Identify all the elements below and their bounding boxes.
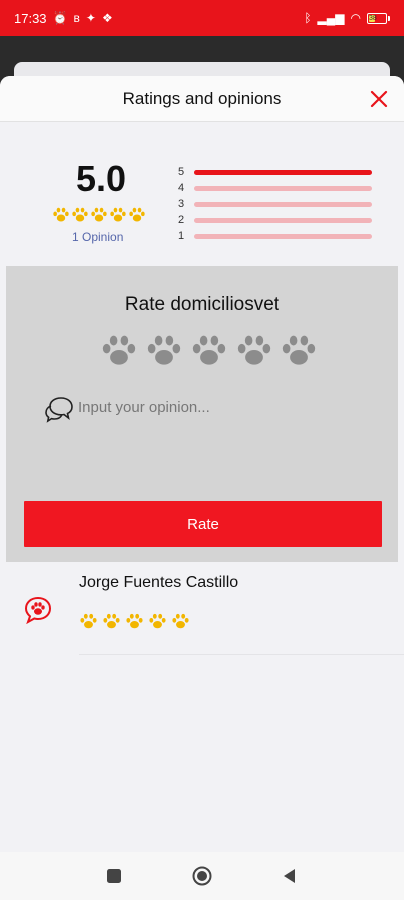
paw-icon <box>110 207 126 222</box>
status-time: 17:33 <box>14 10 47 26</box>
distribution-label: 2 <box>178 214 185 226</box>
battery-icon: 38 <box>367 12 390 24</box>
paw-icon[interactable] <box>280 332 318 370</box>
paw-icon <box>72 207 88 222</box>
chat-bubbles-icon <box>45 397 73 423</box>
distribution-row: 5 <box>178 164 372 180</box>
opinion-input[interactable] <box>78 394 378 420</box>
distribution-label: 4 <box>178 182 185 194</box>
circle-icon[interactable] <box>191 865 213 887</box>
battery-level: 38 <box>369 14 377 22</box>
distribution-bar <box>194 201 372 207</box>
status-bar: 17:33 ⏰ ʙ ✦ ❖ ᛒ ▂▄▆ ◠ 38 <box>0 0 404 36</box>
distribution-bar <box>194 217 372 223</box>
system-nav-bar <box>0 852 404 900</box>
distribution-row: 4 <box>178 180 372 196</box>
paw-icon <box>91 207 107 222</box>
notification-icon: ʙ <box>73 11 80 25</box>
close-icon[interactable] <box>368 88 390 110</box>
rate-form: Rate domiciliosvet Rate <box>6 266 398 562</box>
distribution-bar-fill <box>194 169 372 175</box>
distribution-label: 1 <box>178 230 185 242</box>
triangle-back-icon[interactable] <box>281 867 299 885</box>
app-notification-icon: ✦ <box>85 11 96 25</box>
distribution-bar <box>194 233 372 239</box>
paw-icon <box>129 207 145 222</box>
paw-icon <box>126 613 143 629</box>
distribution-row: 2 <box>178 212 372 228</box>
app-notification-icon: ❖ <box>101 11 113 25</box>
dialog-header: Ratings and opinions <box>0 76 404 122</box>
paw-icon[interactable] <box>190 332 228 370</box>
distribution-bar <box>194 185 372 191</box>
distribution-row: 1 <box>178 228 372 244</box>
rate-title: Rate domiciliosvet <box>124 294 280 315</box>
reviewer-name: Jorge Fuentes Castillo <box>79 574 239 591</box>
paw-icon <box>80 613 97 629</box>
paw-icon[interactable] <box>145 332 183 370</box>
paw-icon <box>53 207 69 222</box>
paw-icon[interactable] <box>100 332 138 370</box>
distribution-label: 3 <box>178 198 185 210</box>
average-score: 5.0 <box>76 158 127 199</box>
rating-distribution: 5 4 3 2 1 <box>178 164 372 244</box>
rate-button[interactable]: Rate <box>24 501 382 547</box>
paw-chat-avatar-icon <box>24 596 52 624</box>
alarm-icon: ⏰ <box>52 11 68 25</box>
paw-icon <box>103 613 120 629</box>
paw-icon[interactable] <box>235 332 273 370</box>
paw-icon <box>149 613 166 629</box>
square-icon[interactable] <box>105 867 123 885</box>
average-paw-rating <box>52 206 147 229</box>
paw-icon <box>172 613 189 629</box>
distribution-label: 5 <box>178 166 185 178</box>
dialog-title: Ratings and opinions <box>122 88 282 108</box>
wifi-icon: ◠ <box>350 11 361 25</box>
distribution-bar <box>194 169 372 175</box>
review-paw-rating <box>79 612 194 636</box>
signal-icon: ▂▄▆ <box>317 11 345 25</box>
review-item: Jorge Fuentes Castillo <box>0 564 404 655</box>
rate-paw-selector <box>100 332 321 370</box>
opinion-count: 1 Opinion <box>72 230 124 244</box>
divider <box>79 654 404 655</box>
distribution-row: 3 <box>178 196 372 212</box>
bluetooth-icon: ᛒ <box>304 11 312 25</box>
